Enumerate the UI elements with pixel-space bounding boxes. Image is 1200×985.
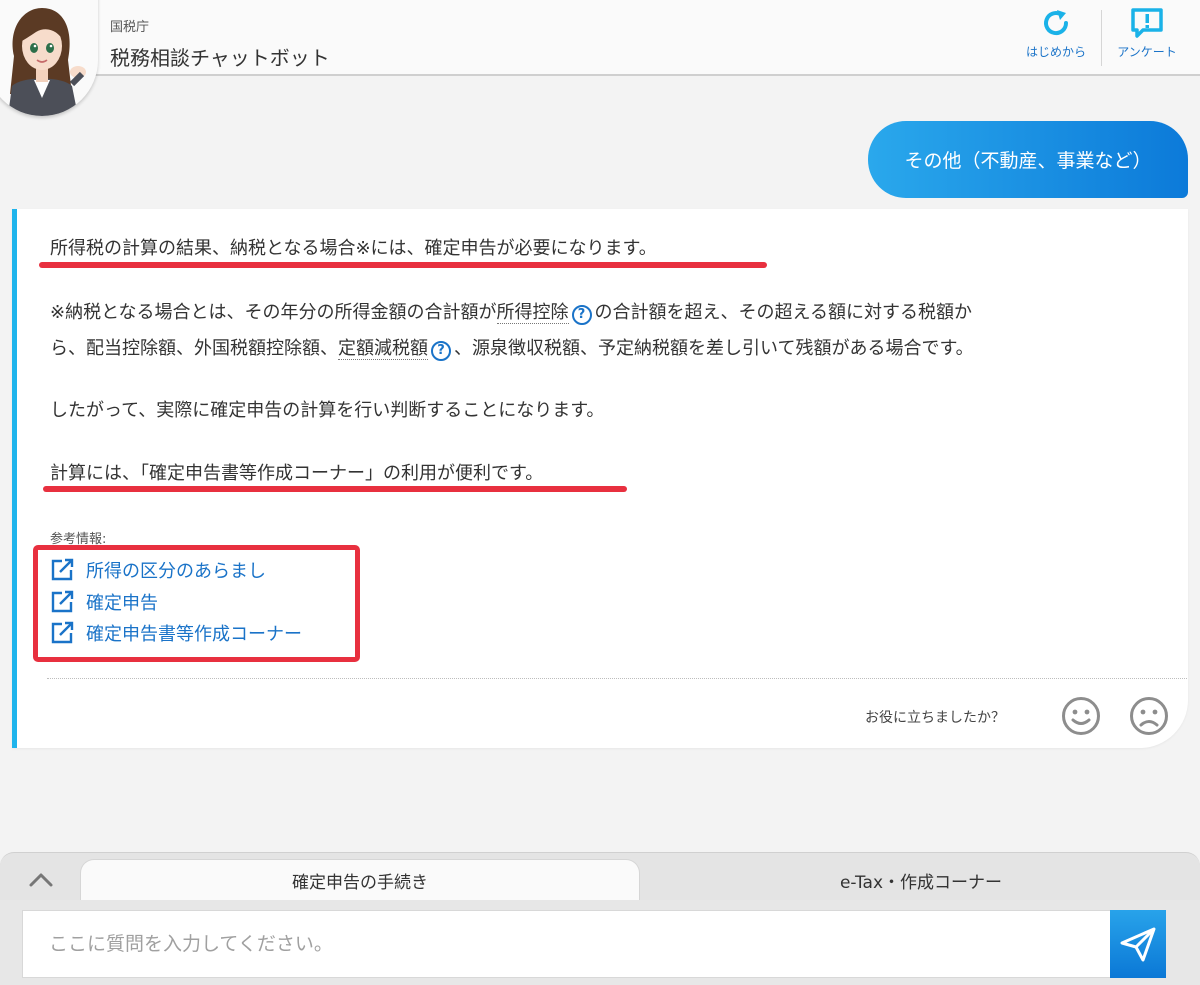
answer-line-3: したがって、実際に確定申告の計算を行い判断することになります。 bbox=[50, 400, 605, 421]
send-icon bbox=[1120, 927, 1156, 962]
refresh-icon bbox=[1044, 10, 1069, 36]
divider bbox=[47, 678, 1187, 679]
bottom-panel: 確定申告の手続き e-Tax・作成コーナー bbox=[0, 852, 1200, 985]
note-text: 、源泉徴収税額、予定納税額を差し引いて残額がある場合です。 bbox=[454, 338, 974, 359]
link-label: 確定申告書等作成コーナー bbox=[86, 624, 302, 645]
bot-answer-card: 所得税の計算の結果、納税となる場合※には、確定申告が必要になります。 ※納税とな… bbox=[12, 209, 1188, 748]
survey-icon bbox=[1131, 8, 1163, 38]
red-underline-annotation bbox=[43, 486, 627, 492]
question-input[interactable] bbox=[22, 910, 1110, 978]
help-icon[interactable]: ? bbox=[571, 305, 592, 325]
user-message-bubble: その他（不動産、事業など） bbox=[868, 121, 1188, 198]
header-divider bbox=[1101, 10, 1102, 66]
note-text: ※納税となる場合とは、その年分の所得金額の合計額が bbox=[50, 302, 497, 323]
feedback-question: お役に立ちましたか？ bbox=[865, 710, 1005, 726]
link-label: 確定申告 bbox=[86, 593, 158, 614]
assistant-avatar bbox=[0, 0, 98, 116]
external-link-icon bbox=[51, 590, 74, 613]
tab-tax-return-procedure[interactable]: 確定申告の手続き bbox=[80, 859, 640, 901]
tab-etax-corner[interactable]: e-Tax・作成コーナー bbox=[642, 859, 1200, 901]
reference-link-income-categories[interactable]: 所得の区分のあらまし bbox=[50, 556, 266, 584]
external-link-icon bbox=[51, 621, 74, 644]
survey-label: アンケート bbox=[1117, 45, 1177, 59]
note-text: ら、配当控除額、外国税額控除額、 bbox=[50, 338, 338, 359]
help-icon[interactable]: ? bbox=[431, 341, 451, 361]
external-link-icon bbox=[51, 558, 74, 581]
answer-line-1: 所得税の計算の結果、納税となる場合※には、確定申告が必要になります。 bbox=[50, 238, 657, 259]
survey-button[interactable]: アンケート bbox=[1104, 6, 1190, 72]
restart-button[interactable]: はじめから bbox=[1014, 6, 1098, 72]
note-text: の合計額を超え、その超える額に対する税額か bbox=[594, 302, 973, 323]
red-underline-annotation bbox=[39, 262, 767, 268]
chevron-up-icon bbox=[29, 873, 53, 887]
answer-note-line-1: ※納税となる場合とは、その年分の所得金額の合計額が所得控除? の合計額を超え、その… bbox=[50, 295, 972, 330]
frown-icon bbox=[1130, 697, 1168, 735]
smile-icon bbox=[1062, 697, 1100, 735]
assistant-illustration bbox=[8, 8, 86, 116]
answer-note-line-2: ら、配当控除額、外国税額控除額、定額減税額? 、源泉徴収税額、予定納税額を差し引い… bbox=[50, 331, 974, 366]
link-label: 所得の区分のあらまし bbox=[86, 561, 266, 582]
feedback-bad-button[interactable] bbox=[1129, 696, 1169, 736]
agency-name: 国税庁 bbox=[110, 20, 150, 35]
reference-link-tax-return[interactable]: 確定申告 bbox=[50, 588, 158, 616]
term-income-deduction[interactable]: 所得控除 bbox=[496, 302, 569, 324]
message-input-area bbox=[0, 900, 1200, 985]
reference-link-return-corner[interactable]: 確定申告書等作成コーナー bbox=[50, 619, 302, 647]
app-header: 国税庁 税務相談チャットボット はじめから アンケート bbox=[0, 0, 1200, 116]
app-title: 税務相談チャットボット bbox=[110, 46, 330, 70]
feedback-good-button[interactable] bbox=[1061, 696, 1101, 736]
term-fixed-tax-reduction[interactable]: 定額減税額 bbox=[338, 338, 428, 360]
collapse-tabs-button[interactable] bbox=[26, 867, 56, 891]
category-tabs: 確定申告の手続き e-Tax・作成コーナー bbox=[0, 852, 1200, 901]
send-button[interactable] bbox=[1110, 910, 1166, 978]
restart-label: はじめから bbox=[1025, 45, 1086, 59]
